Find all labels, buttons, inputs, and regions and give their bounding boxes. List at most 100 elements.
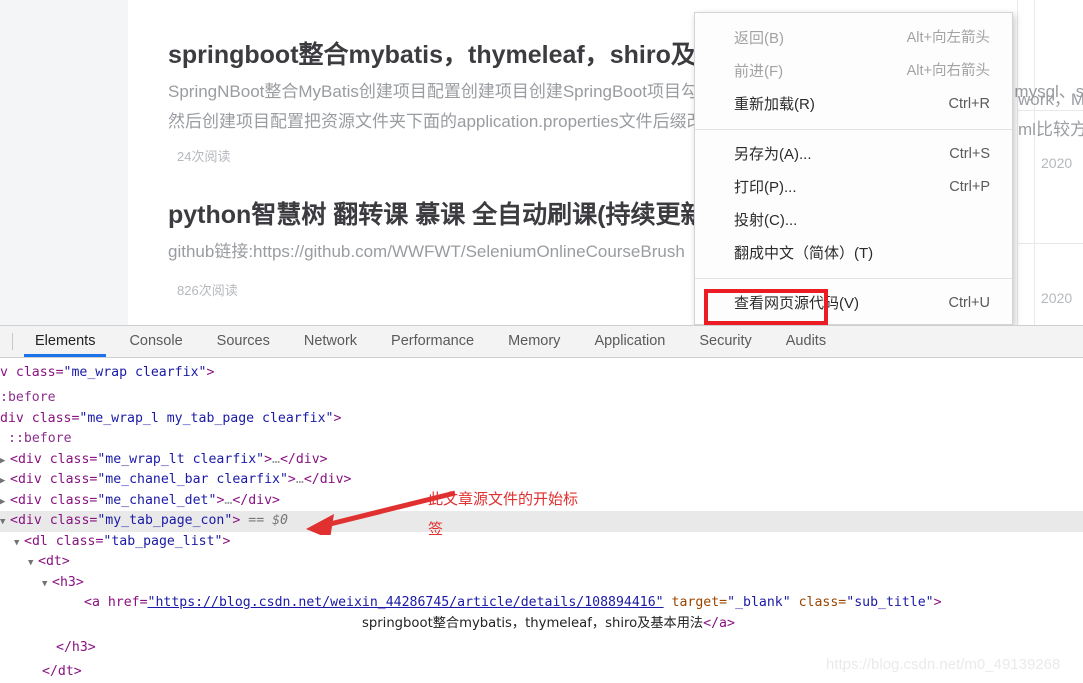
context-menu-item-print[interactable]: 打印(P)... Ctrl+P xyxy=(695,171,1012,204)
tab-audits[interactable]: Audits xyxy=(769,326,843,357)
dom-tag-text: <div class= xyxy=(10,451,98,467)
dom-tag-text: <div class= xyxy=(10,492,98,508)
expand-triangle-icon[interactable]: ▶ xyxy=(0,492,10,513)
dom-punct: > xyxy=(222,533,231,549)
context-menu-item-shortcut: Ctrl+P xyxy=(949,179,990,195)
collapse-triangle-icon[interactable]: ▼ xyxy=(0,512,10,533)
collapse-triangle-icon[interactable]: ▼ xyxy=(14,533,24,554)
article-date: 2020 xyxy=(1041,290,1073,306)
browser-context-menu[interactable]: 返回(B) Alt+向左箭头 前进(F) Alt+向右箭头 重新加载(R) Ct… xyxy=(694,12,1013,345)
context-menu-item-shortcut: Alt+向右箭头 xyxy=(906,63,990,79)
dom-close-tag: </dt> xyxy=(42,664,82,679)
context-menu-item-save-as[interactable]: 另存为(A)... Ctrl+S xyxy=(695,138,1012,171)
dom-attr-name: target= xyxy=(663,595,728,610)
dom-tag-text: v class= xyxy=(0,365,64,380)
context-menu-item-shortcut: Ctrl+R xyxy=(948,96,991,112)
dom-attr-name: class= xyxy=(790,595,847,610)
context-menu-item-shortcut: Ctrl+U xyxy=(948,295,991,311)
context-menu-separator xyxy=(695,278,1012,279)
clipped-text-line-1: work，My xyxy=(1018,90,1083,109)
dom-close-tag: </h3> xyxy=(56,640,96,655)
context-menu-item-forward[interactable]: 前进(F) Alt+向右箭头 xyxy=(695,55,1012,88)
dom-punct: > xyxy=(232,513,241,528)
dom-punct: > xyxy=(333,410,342,426)
context-menu-item-view-source[interactable]: 查看网页源代码(V) Ctrl+U xyxy=(695,287,1012,320)
context-menu-item-label: 返回(B) xyxy=(734,30,784,47)
dom-selected-ref: == $0 xyxy=(248,513,288,528)
dom-attr-value: "me_wrap clearfix" xyxy=(63,365,207,380)
tab-network[interactable]: Network xyxy=(287,326,374,357)
tab-sources[interactable]: Sources xyxy=(200,326,287,357)
right-column-divider-1 xyxy=(1018,110,1083,111)
context-menu-item-cast[interactable]: 投射(C)... xyxy=(695,204,1012,237)
dom-close-tag: </div> xyxy=(232,492,280,508)
dom-attr-value: "sub_title" xyxy=(846,595,934,610)
dom-attr-value: "me_wrap_l my_tab_page clearfix" xyxy=(79,410,334,426)
dom-punct: > xyxy=(287,472,296,487)
context-menu-item-label: 另存为(A)... xyxy=(734,146,812,163)
tab-performance[interactable]: Performance xyxy=(374,326,491,357)
context-menu-item-translate[interactable]: 翻成中文（简体）(T) xyxy=(695,237,1012,270)
dom-attr-value: "me_wrap_lt clearfix" xyxy=(97,451,265,467)
context-menu-item-label: 打印(P)... xyxy=(734,179,797,196)
dom-close-tag: </div> xyxy=(303,472,352,487)
context-menu-item-shortcut: Alt+向左箭头 xyxy=(906,30,990,46)
dom-href-link[interactable]: "https://blog.csdn.net/weixin_44286745/a… xyxy=(148,595,664,610)
tab-console[interactable]: Console xyxy=(112,326,199,357)
context-menu-item-label: 查看网页源代码(V) xyxy=(734,295,859,312)
dom-attr-value: "me_chanel_det" xyxy=(97,492,217,508)
dom-attr-value: "_blank" xyxy=(727,595,791,610)
dom-node-row[interactable]: ▼ <h3> xyxy=(0,573,1083,594)
tab-application[interactable]: Application xyxy=(577,326,682,357)
dom-attr-value: "my_tab_page_con" xyxy=(97,513,233,528)
dom-punct: > xyxy=(933,595,942,610)
context-menu-item-reload[interactable]: 重新加载(R) Ctrl+R xyxy=(695,88,1012,121)
dom-tag-text: <a href= xyxy=(84,595,148,610)
dom-tag-text: <dt> xyxy=(38,554,70,569)
context-menu-item-shortcut: Ctrl+S xyxy=(949,146,990,162)
dom-pseudo-element: ::before xyxy=(8,431,72,446)
expand-triangle-icon[interactable]: ▶ xyxy=(0,471,10,492)
tab-security[interactable]: Security xyxy=(682,326,768,357)
annotation-text: 此文章源文件的开始标 签 xyxy=(428,484,638,544)
tab-elements[interactable]: Elements xyxy=(18,326,112,357)
tabbar-divider xyxy=(12,333,13,350)
dom-punct: > xyxy=(264,451,273,467)
dom-tag-text: <h3> xyxy=(52,574,84,590)
dom-attr-value: "tab_page_list" xyxy=(103,533,223,549)
dom-node-row[interactable]: div class="me_wrap_l my_tab_page clearfi… xyxy=(0,409,1083,430)
context-menu-item-back[interactable]: 返回(B) Alt+向左箭头 xyxy=(695,22,1012,55)
tab-memory[interactable]: Memory xyxy=(491,326,577,357)
dom-tag-text: <div class= xyxy=(10,513,98,528)
context-menu-item-label: 投射(C)... xyxy=(734,212,798,229)
annotation-line-2: 签 xyxy=(428,520,444,538)
collapse-triangle-icon[interactable]: ▼ xyxy=(28,553,38,574)
dom-node-row[interactable]: <a href="https://blog.csdn.net/weixin_44… xyxy=(0,593,1083,614)
dom-punct: > xyxy=(206,365,215,380)
collapse-triangle-icon[interactable]: ▼ xyxy=(42,574,52,595)
context-menu-item-label: 翻成中文（简体）(T) xyxy=(734,245,874,262)
dom-close-tag: </a> xyxy=(703,615,735,631)
dom-ellipsis: … xyxy=(295,472,304,487)
dom-node-row[interactable]: ▶ <div class="me_wrap_lt clearfix">…</div… xyxy=(0,450,1083,471)
right-column-divider-2 xyxy=(1018,243,1083,244)
dom-node-row[interactable]: springboot整合mybatis，thymeleaf，shiro及基本用法… xyxy=(0,614,1083,635)
dom-ellipsis: … xyxy=(272,451,280,467)
dom-node-row[interactable]: ▼ <dt> xyxy=(0,552,1083,573)
dom-node-row[interactable]: :before xyxy=(0,388,1083,409)
dom-tag-text: div class= xyxy=(0,410,80,426)
dom-tag-text: <div class= xyxy=(10,472,98,487)
article-date: 2020 xyxy=(1041,155,1073,171)
watermark: https://blog.csdn.net/m0_49139268 xyxy=(826,656,1061,673)
context-menu-separator xyxy=(695,129,1012,130)
dom-close-tag: </div> xyxy=(279,451,328,467)
context-menu-item-label: 重新加载(R) xyxy=(734,96,815,113)
dom-node-row[interactable]: ::before xyxy=(0,429,1083,450)
dom-attr-value: "me_chanel_bar clearfix" xyxy=(97,472,288,487)
dom-node-row[interactable]: v class="me_wrap clearfix"> xyxy=(0,358,1083,388)
clipped-text-line-2: ml比较方 xyxy=(1018,120,1083,139)
annotation-line-1: 此文章源文件的开始标 xyxy=(428,490,579,508)
dom-text-node: springboot整合mybatis，thymeleaf，shiro及基本用法 xyxy=(362,615,704,631)
context-menu-item-label: 前进(F) xyxy=(734,63,784,80)
expand-triangle-icon[interactable]: ▶ xyxy=(0,451,10,472)
